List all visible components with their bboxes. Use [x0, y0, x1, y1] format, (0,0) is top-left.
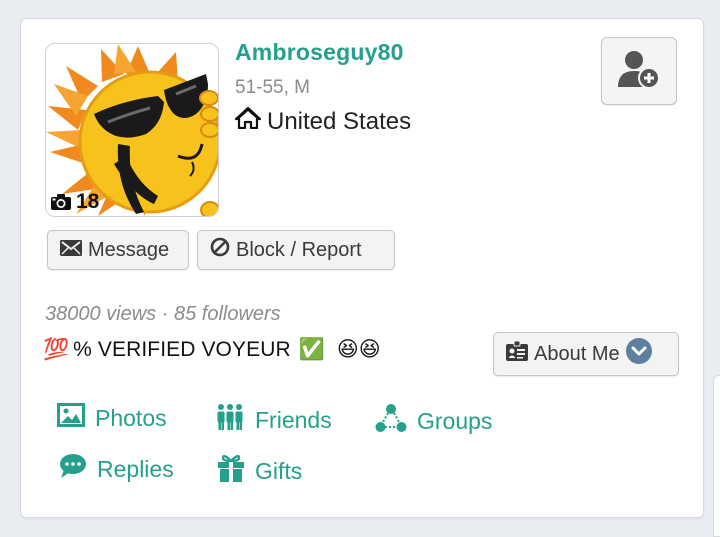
age-sex: 51-55, M [235, 77, 310, 98]
add-friend-button[interactable] [601, 37, 677, 105]
profile-card: 18 Ambroseguy80 51-55, M United States M… [20, 18, 704, 518]
bio-line: 💯 % VERIFIED VOYEUR ✅ 😆😆 [43, 337, 381, 362]
message-label: Message [88, 238, 170, 261]
chevron-down-icon [625, 338, 652, 370]
adjacent-card-edge [713, 375, 720, 537]
photo-count: 18 [76, 190, 100, 213]
groups-icon [375, 403, 407, 439]
comment-icon [59, 453, 87, 485]
profile-photo[interactable]: 18 [45, 43, 219, 217]
envelope-icon [60, 239, 82, 262]
profile-stats: 38000 views · 85 followers [45, 303, 281, 325]
nav-groups-label: Groups [417, 407, 493, 434]
hundred-emoji: 💯 [43, 337, 70, 361]
location-text: United States [267, 107, 412, 135]
camera-icon [50, 193, 72, 211]
nav-groups[interactable]: Groups [375, 403, 492, 439]
nav-replies-label: Replies [97, 455, 174, 482]
nav-gifts[interactable]: Gifts [217, 453, 302, 489]
home-icon [234, 106, 262, 136]
nav-gifts-label: Gifts [255, 457, 303, 484]
nav-friends-label: Friends [255, 406, 332, 433]
bio-text: % VERIFIED VOYEUR [73, 337, 291, 361]
id-card-icon [506, 340, 528, 367]
about-me-label: About Me [534, 342, 620, 365]
nav-replies[interactable]: Replies [59, 453, 174, 485]
message-button[interactable]: Message [47, 230, 189, 270]
nav-photos-label: Photos [95, 404, 167, 431]
add-user-icon [617, 49, 661, 94]
username-link[interactable]: Ambroseguy80 [235, 39, 404, 66]
about-me-button[interactable]: About Me [493, 332, 679, 376]
block-report-label: Block / Report [236, 238, 362, 261]
ban-icon [210, 237, 230, 263]
nav-photos[interactable]: Photos [57, 403, 167, 433]
users-icon [215, 403, 245, 437]
nav-friends[interactable]: Friends [215, 403, 332, 437]
location: United States [234, 106, 412, 136]
laugh-emojis: 😆😆 [336, 338, 381, 361]
gift-icon [217, 453, 245, 489]
check-emoji: ✅ [298, 337, 325, 361]
image-icon [57, 403, 85, 433]
photo-count-badge: 18 [50, 190, 99, 214]
block-report-button[interactable]: Block / Report [197, 230, 395, 270]
